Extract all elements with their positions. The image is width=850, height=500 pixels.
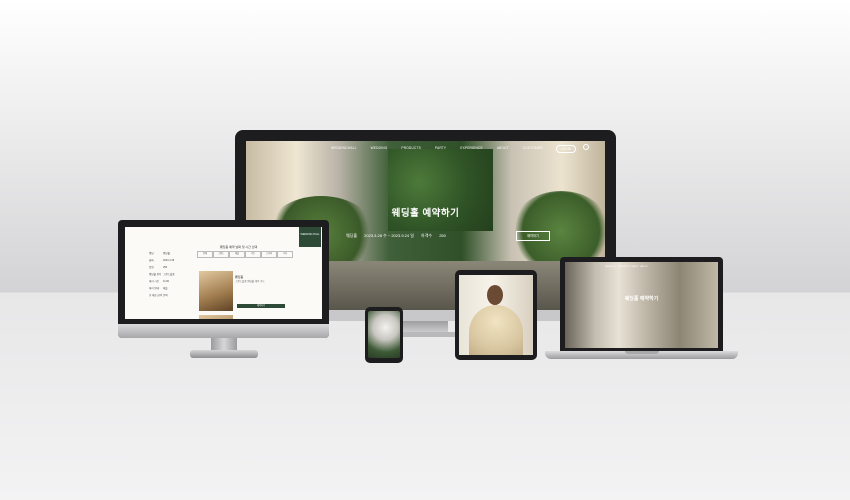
- row-value: 채플: [163, 287, 168, 290]
- tab-grand[interactable]: 그랜드: [213, 251, 229, 258]
- sidebar-row: 예식 형태 채플: [149, 286, 168, 290]
- sidebar-row: 총 예상 금액문의: [149, 293, 168, 297]
- hall-thumbnail[interactable]: [199, 315, 233, 319]
- guests-value[interactable]: 250: [439, 233, 446, 238]
- row-label: 웨딩홀 위치: [149, 273, 162, 276]
- sidebar-row: 웨딩 웨딩홀: [149, 251, 170, 255]
- row-value: 2023.3.28: [163, 259, 175, 262]
- tablet-device: [455, 270, 537, 360]
- search-icon[interactable]: [583, 144, 589, 150]
- nav-item-products[interactable]: PRODUCTS: [401, 146, 421, 150]
- row-label: 인원: [149, 266, 154, 269]
- nav-item[interactable]: WEDDING: [605, 266, 616, 268]
- login-button[interactable]: LOGIN: [556, 145, 576, 153]
- tab-etc[interactable]: 기타: [277, 251, 293, 258]
- nav-item-wedding[interactable]: WEDDING: [371, 146, 388, 150]
- row-label: 날짜: [149, 259, 154, 262]
- monitor-base: [190, 350, 258, 358]
- nav-item-about[interactable]: ABOUT: [497, 146, 509, 150]
- laptop-device: WEDDING PRODUCTS PARTY ABOUT 웨딩홀 예약하기: [560, 257, 723, 352]
- row-value: 그랜드볼룸: [163, 273, 175, 276]
- hall-thumbnail[interactable]: [199, 271, 233, 311]
- laptop-nav: WEDDING PRODUCTS PARTY ABOUT: [605, 266, 648, 268]
- hero-title: 웨딩홀 예약하기: [391, 208, 460, 219]
- row-label: 총 예상 금액: [149, 294, 162, 297]
- tab-garden[interactable]: 가든: [245, 251, 261, 258]
- booking-dates[interactable]: 2023.3.28 수 ~ 2023.9.24 일: [364, 233, 414, 238]
- laptop-hero-title: 웨딩홀 예약하기: [624, 296, 659, 302]
- laptop-screen: WEDDING PRODUCTS PARTY ABOUT 웨딩홀 예약하기: [565, 262, 718, 348]
- row-value: 웨딩홀: [163, 252, 170, 255]
- top-nav: WEDDINGHALL WEDDING PRODUCTS PARTY EXPER…: [331, 146, 543, 150]
- reservation-screen: WEDDING HALL 웨딩홀 예약 날짜 및 시간 선택 웨딩 웨딩홀 날짜 2…: [125, 227, 322, 319]
- nav-item-party[interactable]: PARTY: [435, 146, 446, 150]
- row-label: 예식 형태: [149, 287, 159, 290]
- row-label: 웨딩: [149, 252, 154, 255]
- tab-chapel[interactable]: 채플: [229, 251, 245, 258]
- nav-item[interactable]: PARTY: [632, 266, 639, 268]
- brand-box: WEDDING HALL: [299, 227, 321, 247]
- nav-item-experience[interactable]: EXPERIENCE: [460, 146, 483, 150]
- row-value: 250: [163, 266, 168, 269]
- tab-sky[interactable]: 스카이: [261, 251, 277, 258]
- sidebar-row: 인원 250: [149, 265, 167, 269]
- nav-item[interactable]: PRODUCTS: [617, 266, 629, 268]
- sidebar-row: 웨딩홀 위치 그랜드볼룸: [149, 272, 175, 276]
- booking-bar: 웨딩홀 2023.3.28 수 ~ 2023.9.24 일 하객수 250: [346, 233, 452, 239]
- side-monitor: WEDDING HALL 웨딩홀 예약 날짜 및 시간 선택 웨딩 웨딩홀 날짜 2…: [118, 220, 329, 338]
- nav-item[interactable]: ABOUT: [640, 266, 648, 268]
- sidebar-row: 날짜 2023.3.28: [149, 258, 174, 262]
- booking-label: 웨딩홀: [346, 233, 358, 238]
- bride-head-image: [487, 285, 503, 305]
- nav-item-weddinghall[interactable]: WEDDINGHALL: [331, 146, 357, 150]
- reservation-header: 웨딩홀 예약 날짜 및 시간 선택: [220, 245, 258, 249]
- tab-all[interactable]: 전체: [197, 251, 213, 258]
- sidebar-row: 예식 시간 11:00: [149, 279, 169, 283]
- booking-button[interactable]: 예약하기: [516, 231, 550, 241]
- bride-dress-image: [469, 305, 523, 355]
- phone-screen-photo: [368, 311, 400, 358]
- phone-device: [365, 307, 403, 363]
- laptop-notch: [625, 351, 659, 354]
- monitor-chin: [118, 324, 329, 338]
- row-value: 문의: [163, 294, 168, 297]
- tablet-screen-photo: [459, 275, 533, 355]
- row-label: 예식 시간: [149, 280, 159, 283]
- card-subtitle: 그랜드볼룸 웨딩홀 예약 가능: [235, 280, 265, 283]
- reserve-button[interactable]: 예약하기: [237, 304, 285, 308]
- row-value: 11:00: [163, 280, 170, 283]
- nav-item-customer[interactable]: CUSTOMER: [523, 146, 543, 150]
- guests-label: 하객수: [421, 233, 433, 238]
